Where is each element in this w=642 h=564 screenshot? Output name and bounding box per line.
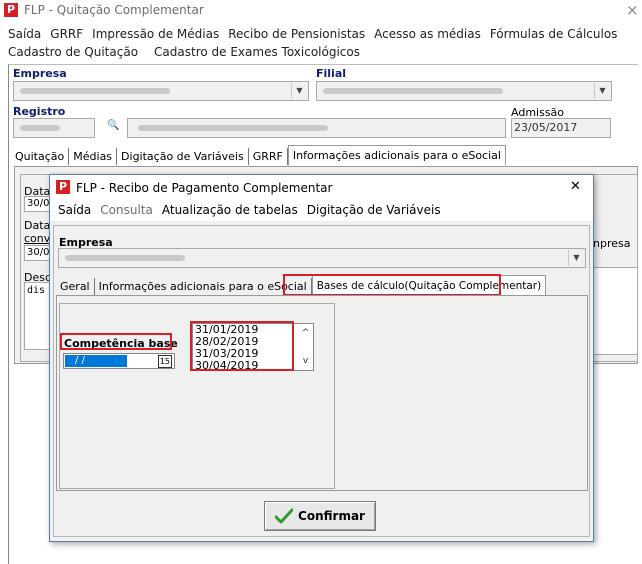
dialog-empresa-combo[interactable]: ▼ (58, 248, 586, 268)
highlight-bases-tab (283, 274, 501, 296)
menu-impressao-medias[interactable]: Impressão de Médias (92, 27, 219, 41)
data-value-2: 30/0 (27, 247, 50, 258)
chevron-down-icon[interactable]: ▼ (568, 250, 584, 266)
scroll-up-icon[interactable]: ^ (298, 326, 313, 341)
menu-grrf[interactable]: GRRF (50, 27, 83, 41)
dialog-menu-consulta: Consulta (100, 203, 153, 217)
confirm-button[interactable]: Confirmar (264, 501, 376, 531)
conv-label: conv (24, 232, 51, 245)
dialog-title: FLP - Recibo de Pagamento Complementar (76, 181, 333, 195)
data-field-2[interactable]: 30/0 (24, 245, 52, 261)
competencia-input[interactable]: / / 15 (63, 353, 175, 369)
dialog-close-icon[interactable]: ✕ (570, 179, 581, 194)
highlight-competencia (60, 333, 172, 350)
right-label: npresa (593, 237, 631, 250)
desc-value: dis (27, 285, 46, 296)
dialog-menu-atualizacao-tabelas[interactable]: Atualização de tabelas (162, 203, 298, 217)
desc-textarea[interactable]: dis (24, 282, 52, 350)
empresa-combo[interactable]: ▼ (13, 81, 309, 101)
filial-label: Filial (316, 67, 347, 80)
admissao-field: 23/05/2017 (511, 118, 611, 138)
dialog-menu-digitacao-variaveis[interactable]: Digitação de Variáveis (307, 203, 441, 217)
registro-label: Registro (13, 105, 66, 118)
chevron-down-icon[interactable]: ▼ (594, 83, 610, 99)
main-menu-row1: Saída GRRF Impressão de Médias Recibo de… (8, 27, 626, 41)
filial-combo[interactable]: ▼ (316, 81, 612, 101)
app-logo-icon: P (4, 3, 18, 17)
main-window-title: FLP - Quitação Complementar (24, 3, 204, 17)
competencia-value: / / (65, 355, 127, 367)
tab-informacoes-esocial[interactable]: Informações adicionais para o eSocial (287, 145, 506, 165)
highlight-dates (190, 321, 294, 371)
menu-acesso-medias[interactable]: Acesso as médias (374, 27, 481, 41)
data-label-2: Data (24, 219, 51, 232)
registro-name-field (127, 118, 506, 138)
tab-quitacao[interactable]: Quitação (11, 148, 70, 165)
menu-saida[interactable]: Saída (8, 27, 41, 41)
menu-cadastro-exames[interactable]: Cadastro de Exames Toxicológicos (154, 45, 360, 59)
check-icon (275, 508, 294, 524)
dialog-menu: Saída Consulta Atualização de tabelas Di… (50, 199, 593, 221)
menu-formulas-calculos[interactable]: Fórmulas de Cálculos (490, 27, 618, 41)
menu-recibo-pensionistas[interactable]: Recibo de Pensionistas (228, 27, 365, 41)
tab-medias[interactable]: Médias (69, 148, 118, 165)
main-tabs: Quitação Médias Digitação de Variáveis G… (11, 145, 506, 165)
dialog-logo-icon: P (56, 180, 70, 194)
tab-digitacao-variaveis[interactable]: Digitação de Variáveis (117, 148, 249, 165)
dialog-tab-geral[interactable]: Geral (56, 278, 95, 295)
menu-cadastro-quitacao[interactable]: Cadastro de Quitação (8, 45, 138, 59)
dialog-menu-saida[interactable]: Saída (58, 203, 91, 217)
chevron-down-icon[interactable]: ▼ (291, 83, 307, 99)
calendar-icon[interactable]: 15 (157, 355, 172, 368)
dialog-window: P FLP - Recibo de Pagamento Complementar… (49, 174, 594, 542)
empresa-label: Empresa (13, 67, 67, 80)
tab-grrf[interactable]: GRRF (249, 148, 288, 165)
main-close-icon[interactable]: × (626, 1, 639, 19)
main-menu-row2: Cadastro de Quitação Cadastro de Exames … (8, 45, 369, 59)
dialog-tab-informacoes-esocial[interactable]: Informações adicionais para o eSocial (95, 278, 312, 295)
confirm-label: Confirmar (298, 509, 365, 523)
right-field (593, 267, 637, 355)
search-icon[interactable]: 🔍 (107, 120, 119, 131)
scroll-down-icon[interactable]: v (298, 354, 313, 369)
admissao-value: 23/05/2017 (514, 121, 578, 134)
registro-field[interactable] (13, 118, 95, 138)
data-value-1: 30/0 (27, 198, 50, 209)
data-field-1[interactable]: 30/0 (24, 196, 52, 212)
